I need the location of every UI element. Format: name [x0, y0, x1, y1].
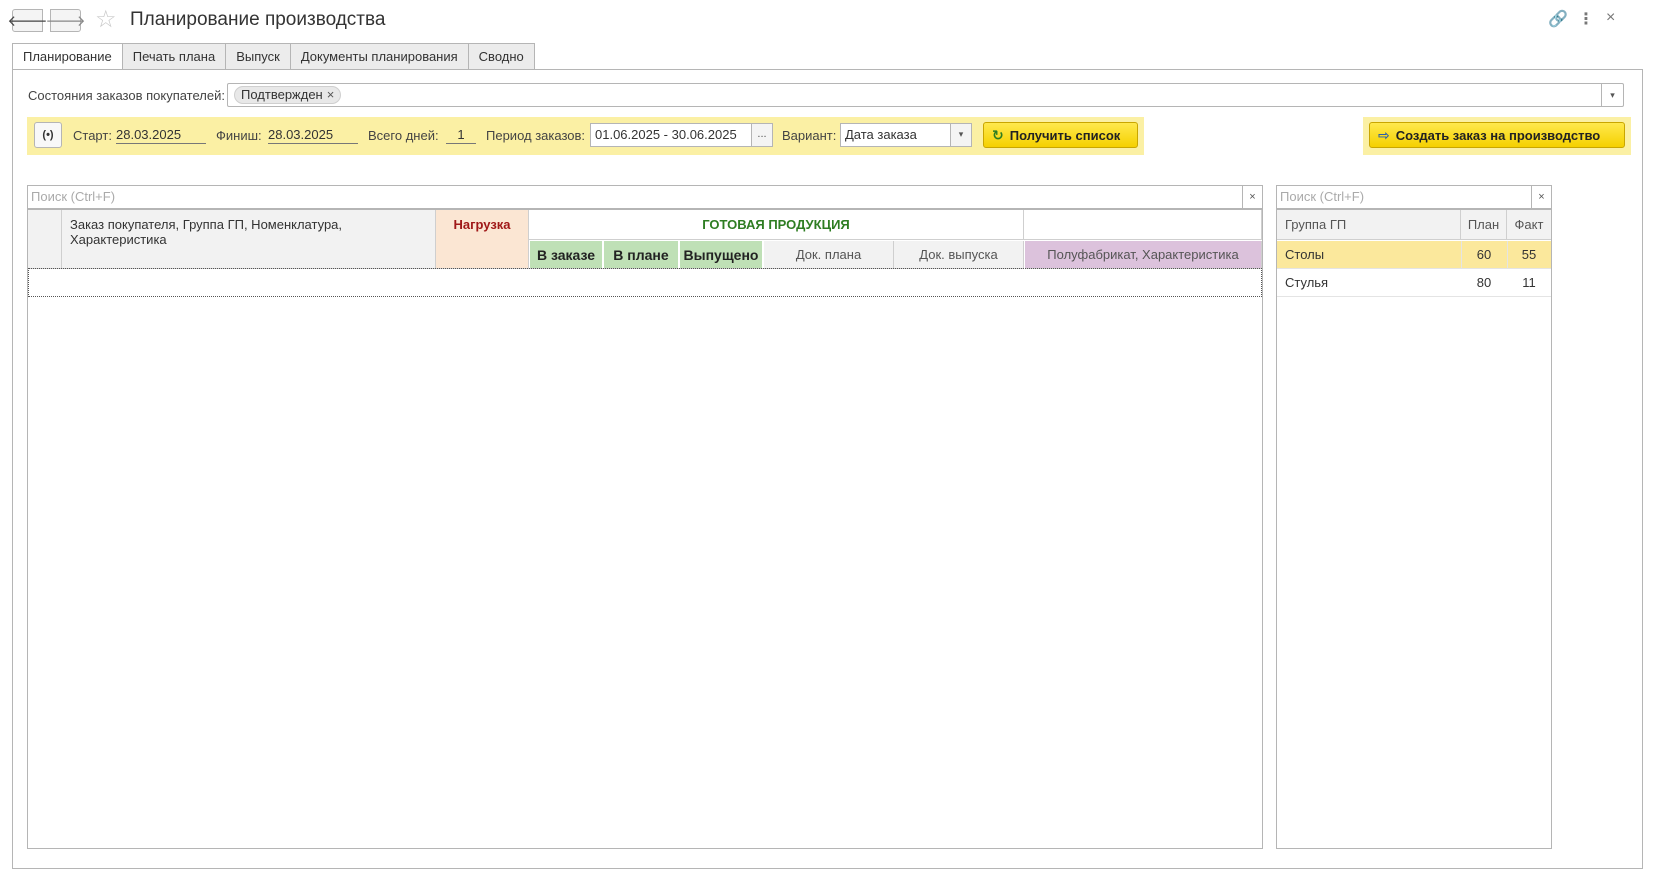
total-days-label: Всего дней:	[368, 128, 439, 143]
side-search-input[interactable]: Поиск (Ctrl+F) ×	[1276, 185, 1552, 209]
cell-product-group: Стулья	[1285, 275, 1329, 290]
signal-icon: (•)	[42, 129, 54, 141]
cell-product-group: Столы	[1285, 247, 1325, 262]
forward-button[interactable]: 🡒	[45, 9, 86, 32]
order-period-label: Период заказов:	[486, 128, 586, 143]
table-row[interactable]	[28, 268, 1262, 297]
product-groups-table[interactable]: Группа ГП План Факт Столы 60 55 Стулья 8…	[1276, 209, 1552, 849]
column-header-released[interactable]: Выпущено	[680, 241, 764, 269]
finish-label: Финиш:	[216, 128, 262, 143]
cell-plan: 80	[1476, 275, 1492, 290]
main-search-input[interactable]: Поиск (Ctrl+F) ×	[27, 185, 1263, 209]
tab-planning[interactable]: Планирование	[12, 43, 123, 70]
column-header-plan-doc[interactable]: Док. плана	[764, 241, 894, 269]
column-group-blank	[1024, 210, 1262, 240]
start-date-field[interactable]: 28.03.2025	[116, 126, 206, 144]
window-title: Планирование производства	[130, 9, 386, 30]
tab-print-plan[interactable]: Печать плана	[122, 43, 227, 70]
signal-button[interactable]: (•)	[34, 122, 62, 148]
get-list-button[interactable]: ↻ Получить список	[983, 122, 1138, 148]
chevron-down-icon[interactable]: ▾	[950, 123, 972, 147]
start-label: Старт:	[73, 128, 112, 143]
close-icon[interactable]: ×	[1606, 9, 1615, 27]
side-search-placeholder: Поиск (Ctrl+F)	[1280, 189, 1365, 204]
tab-planning-documents[interactable]: Документы планирования	[290, 43, 469, 70]
state-chip[interactable]: Подтвержден ×	[234, 86, 342, 104]
column-header-release-doc[interactable]: Док. выпуска	[894, 241, 1024, 269]
cell-plan: 60	[1476, 247, 1492, 262]
column-header-semifinished[interactable]: Полуфабрикат, Характеристика	[1025, 241, 1262, 269]
table-row[interactable]: Столы 60 55	[1277, 241, 1551, 269]
order-period-field[interactable]: 01.06.2025 - 30.06.2025	[590, 123, 752, 147]
column-header-order[interactable]: Заказ покупателя, Группа ГП, Номенклатур…	[62, 210, 436, 269]
clear-search-icon[interactable]: ×	[1531, 186, 1551, 208]
state-chip-label: Подтвержден	[241, 87, 323, 102]
row-marker-header	[28, 210, 62, 269]
create-production-order-button[interactable]: ⇨ Создать заказ на производство	[1369, 122, 1625, 148]
create-order-label: Создать заказ на производство	[1395, 127, 1601, 143]
column-header-in-plan[interactable]: В плане	[604, 241, 680, 269]
tab-release[interactable]: Выпуск	[226, 43, 291, 70]
order-states-label: Состояния заказов покупателей:	[28, 88, 225, 103]
cell-fact: 11	[1522, 275, 1536, 290]
more-menu-icon[interactable]: ⋮	[1578, 9, 1594, 29]
chevron-down-icon[interactable]: ▾	[1601, 84, 1623, 106]
refresh-icon: ↻	[992, 126, 1004, 143]
favorite-star-icon[interactable]: ☆	[95, 6, 117, 34]
total-days-field[interactable]: 1	[446, 126, 476, 144]
link-icon[interactable]: 🔗	[1548, 9, 1568, 29]
table-row[interactable]: Стулья 80 11	[1277, 269, 1551, 297]
chip-remove-icon[interactable]: ×	[327, 87, 335, 102]
cell-fact: 55	[1521, 247, 1537, 262]
column-header-in-order[interactable]: В заказе	[530, 241, 604, 269]
column-header-fact[interactable]: Факт	[1507, 210, 1551, 240]
finish-date-field[interactable]: 28.03.2025	[268, 126, 358, 144]
period-picker-button[interactable]: ...	[751, 123, 773, 147]
back-button[interactable]: 🡐	[7, 9, 48, 32]
column-header-plan[interactable]: План	[1461, 210, 1507, 240]
main-search-placeholder: Поиск (Ctrl+F)	[31, 189, 116, 204]
tab-bar: Планирование Печать плана Выпуск Докумен…	[12, 43, 535, 70]
column-header-load[interactable]: Нагрузка	[436, 210, 529, 269]
arrow-left-icon: 🡐	[7, 13, 48, 30]
planning-table[interactable]: Заказ покупателя, Группа ГП, Номенклатур…	[27, 209, 1263, 849]
get-list-label: Получить список	[1009, 127, 1121, 143]
clear-search-icon[interactable]: ×	[1242, 186, 1262, 208]
tab-summary[interactable]: Сводно	[468, 43, 535, 70]
variant-label: Вариант:	[782, 128, 837, 143]
create-document-icon: ⇨	[1378, 126, 1390, 143]
column-group-finished-products: ГОТОВАЯ ПРОДУКЦИЯ	[529, 210, 1024, 240]
arrow-right-icon: 🡒	[45, 13, 86, 30]
column-header-product-group[interactable]: Группа ГП	[1277, 210, 1461, 240]
order-states-field[interactable]: Подтвержден × ▾	[227, 83, 1624, 107]
